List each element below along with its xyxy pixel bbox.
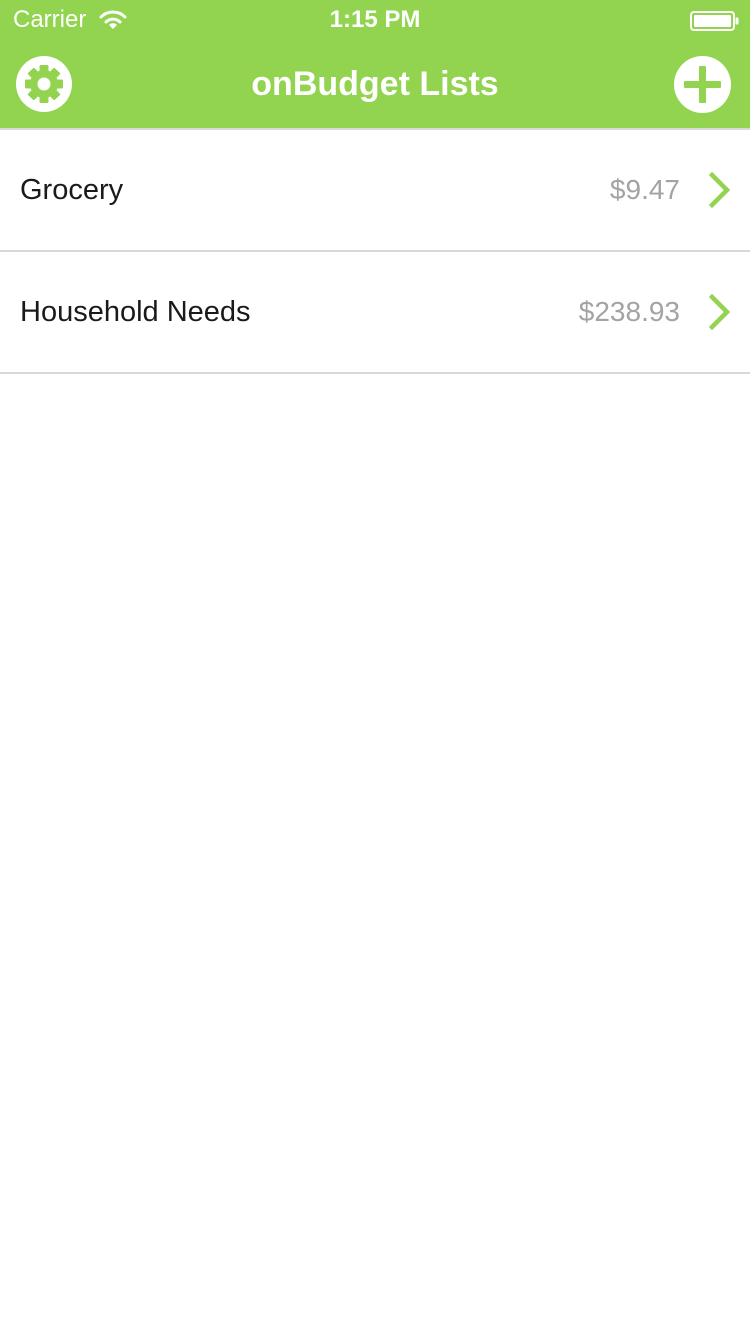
budget-list: Grocery $9.47 Household Needs $238.93 bbox=[0, 130, 750, 374]
list-item[interactable]: Household Needs $238.93 bbox=[0, 252, 750, 374]
list-item-amount: $9.47 bbox=[609, 174, 680, 205]
battery-icon bbox=[690, 11, 739, 31]
plus-icon[interactable] bbox=[674, 56, 731, 113]
page-title: onBudget Lists bbox=[251, 65, 499, 103]
nav-bar: onBudget Lists bbox=[0, 40, 750, 128]
list-item-name: Household Needs bbox=[20, 296, 251, 328]
status-bar: Carrier 1:15 PM bbox=[0, 0, 750, 40]
list-item-name: Grocery bbox=[20, 174, 124, 206]
list-item[interactable]: Grocery $9.47 bbox=[0, 130, 750, 252]
chevron-right-icon bbox=[708, 294, 731, 330]
header: Carrier 1:15 PM onBudget Lists bbox=[0, 0, 750, 128]
chevron-right-icon bbox=[708, 172, 731, 208]
status-time: 1:15 PM bbox=[329, 6, 421, 33]
list-item-amount: $238.93 bbox=[578, 296, 680, 327]
